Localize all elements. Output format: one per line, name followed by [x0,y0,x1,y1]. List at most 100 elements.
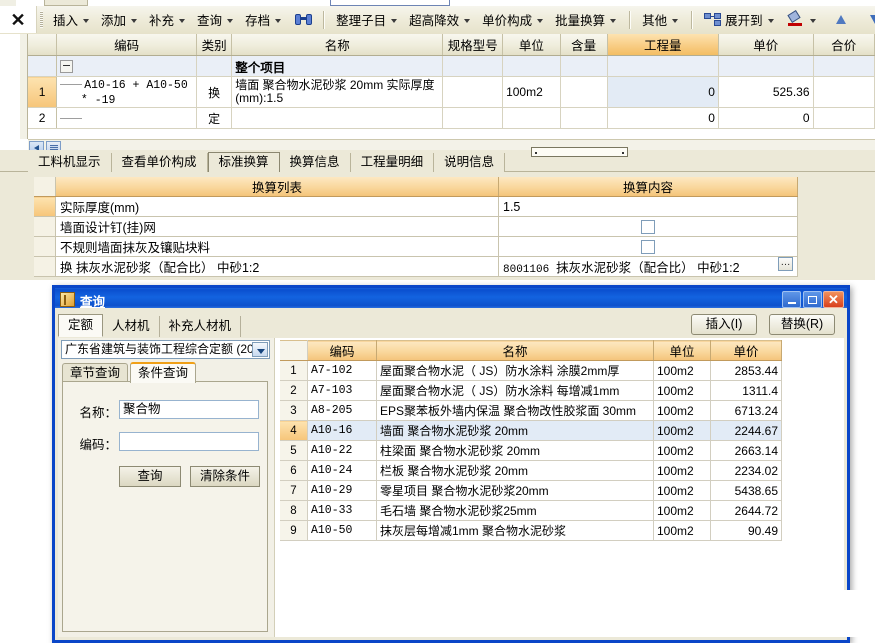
collapse-toggle-icon[interactable] [60,60,74,74]
toolbar-grip[interactable] [40,11,43,28]
toolbar-label-other: 其他 [642,14,668,28]
maximize-button[interactable] [803,291,822,308]
row-number: 9 [280,520,308,541]
conversion-corner-header [34,177,56,197]
toolbar-button-organize-sub[interactable]: 整理子目 [331,9,404,30]
tab-chapter-query[interactable]: 章节查询 [62,363,129,383]
toolbar-button-find[interactable] [288,9,317,30]
table-row[interactable]: 2 A7-103 屋面聚合物水泥（ JS）防水涂料 每增减1mm 100m2 1… [280,380,782,401]
cell-category [196,55,233,77]
table-row[interactable]: 8 A10-33 毛石墙 聚合物水泥砂浆25mm 100m2 2644.72 [280,500,782,521]
table-row[interactable]: 3 A8-205 EPS聚苯板外墙内保温 聚合物改性胶浆面 30mm 100m2… [280,400,782,421]
conversion-content-code: 8001106 [503,264,550,276]
dialog-title-bar[interactable]: 查询 ✕ [52,285,850,309]
conversion-column-header-list[interactable]: 换算列表 [55,177,499,197]
column-header-name[interactable]: 名称 [231,34,444,56]
results-column-header-price[interactable]: 单价 [710,340,782,361]
column-header-code[interactable]: 编码 [56,34,198,56]
tab-condition-query[interactable]: 条件查询 [130,362,197,383]
cell-quantity [607,55,719,77]
table-row[interactable]: 1 A10-16 + A10-50 * -19 换 墙面 聚合物水泥砂浆 20m… [28,76,875,108]
clear-conditions-button[interactable]: 清除条件 [190,466,261,487]
chevron-down-icon[interactable] [252,342,268,357]
close-icon[interactable]: ✕ [7,10,29,30]
norm-select[interactable]: 广东省建筑与装饰工程综合定额 (201 [61,340,270,359]
conversion-cell-content[interactable]: 1.5 [498,196,798,217]
tab-quantity-detail[interactable]: 工程量明细 [350,153,435,172]
results-column-header-code[interactable]: 编码 [307,340,377,361]
minimize-button[interactable] [782,291,801,308]
toolbar-button-move-up[interactable] [823,9,857,30]
conversion-cell-content[interactable]: … 8001106 抹灰水泥砂浆（配合比） 中砂1:2 [498,256,798,277]
cell-unit: 100m2 [653,520,711,541]
tab-norm[interactable]: 定额 [58,314,104,337]
conversion-cell-content[interactable] [498,216,798,237]
insert-button[interactable]: 插入(I) [691,314,757,335]
cell-spec [442,76,504,108]
cell-code[interactable] [56,55,198,77]
toolbar-button-add[interactable]: 添加 [96,9,144,30]
table-row[interactable]: 整个项目 [28,55,875,77]
tab-view-price-composition[interactable]: 查看单价构成 [111,153,208,172]
table-row[interactable]: 2 定 0 0 [28,107,875,129]
toolbar-button-query[interactable]: 查询 [192,9,240,30]
table-row[interactable]: 6 A10-24 栏板 聚合物水泥砂浆 20mm 100m2 2234.02 [280,460,782,481]
table-row[interactable]: 墙面设计钉(挂)网 [34,216,798,237]
cell-unit: 100m2 [653,440,711,461]
code-input[interactable] [119,432,259,451]
results-column-header-unit[interactable]: 单位 [653,340,711,361]
toolbar-button-move-down[interactable] [857,9,875,30]
toolbar-button-expand-to[interactable]: 展开到 [699,9,781,30]
chevron-down-icon [767,18,774,23]
table-row[interactable]: 5 A10-22 柱梁面 聚合物水泥砂浆 20mm 100m2 2663.14 [280,440,782,461]
table-row[interactable]: 1 A7-102 屋面聚合物水泥（ JS）防水涂料 涂膜2mm厚 100m2 2… [280,360,782,381]
toolbar-button-superhigh[interactable]: 超高降效 [404,9,477,30]
table-row[interactable]: 不规则墙面抹灰及镶贴块料 [34,236,798,257]
column-header-unit[interactable]: 单位 [502,34,561,56]
table-row[interactable]: 9 A10-50 抹灰层每增减1mm 聚合物水泥砂浆 100m2 90.49 [280,520,782,541]
tab-standard-conversion[interactable]: 标准换算 [207,152,280,173]
table-row[interactable]: 4 A10-16 墙面 聚合物水泥砂浆 20mm 100m2 2244.67 [280,420,782,441]
toolbar-label-expand-to: 展开到 [725,14,763,28]
close-button[interactable]: ✕ [823,291,844,308]
tab-conversion-info[interactable]: 换算信息 [279,153,351,172]
cell-unit: 100m2 [653,400,711,421]
column-header-price[interactable]: 单价 [718,34,814,56]
cell-quantity[interactable]: 0 [607,76,719,108]
replace-button[interactable]: 替换(R) [769,314,835,335]
tab-labor-material-machine[interactable]: 人材机 [103,316,160,337]
toolbar-button-fill-color[interactable] [781,9,823,30]
tab-supplement-labor-material-machine[interactable]: 补充人材机 [159,316,242,337]
column-header-category[interactable]: 类别 [196,34,233,56]
cell-code[interactable] [56,107,198,129]
conversion-cell-content[interactable] [498,236,798,257]
cell-quantity: 0 [607,107,719,129]
table-row[interactable]: 7 A10-29 零星项目 聚合物水泥砂浆20mm 100m2 5438.65 [280,480,782,501]
toolbar-button-price-composition[interactable]: 单价构成 [477,9,550,30]
table-row[interactable]: 实际厚度(mm) 1.5 [34,196,798,217]
tab-description-info[interactable]: 说明信息 [434,153,506,172]
name-input[interactable]: 聚合物 [119,400,259,419]
toolbar-button-archive[interactable]: 存档 [240,9,288,30]
toolbar-button-insert[interactable]: 插入 [48,9,96,30]
cell-code: A10-16 [307,420,377,441]
table-row[interactable]: 换 抹灰水泥砂浆（配合比） 中砂1:2 … 8001106 抹灰水泥砂浆（配合比… [34,256,798,277]
column-header-content[interactable]: 含量 [560,34,608,56]
search-button[interactable]: 查询 [119,466,181,487]
cell-code[interactable]: A10-16 + A10-50 * -19 [56,76,198,108]
checkbox-irregular-wall-plaster[interactable] [641,239,655,254]
toolbar-button-supplement[interactable]: 补充 [144,9,192,30]
cell-unit: 100m2 [653,480,711,501]
toolbar-button-other[interactable]: 其他 [637,9,685,30]
cell-name: EPS聚苯板外墙内保温 聚合物改性胶浆面 30mm [376,400,654,421]
checkbox-wall-design-nail-net[interactable] [641,219,655,234]
tab-material-machine[interactable]: 工料机显示 [28,153,112,172]
results-column-header-name[interactable]: 名称 [376,340,654,361]
column-header-spec[interactable]: 规格型号 [442,34,504,56]
conversion-column-header-content[interactable]: 换算内容 [498,177,798,197]
toolbar-button-batch-convert[interactable]: 批量换算 [550,9,623,30]
conversion-table: 换算列表 换算内容 实际厚度(mm) 1.5 墙面设计钉(挂)网 不规则墙面抹灰… [34,177,798,277]
ellipsis-button[interactable]: … [778,257,793,271]
column-header-quantity[interactable]: 工程量 [607,34,719,56]
column-header-total[interactable]: 合价 [813,34,875,56]
